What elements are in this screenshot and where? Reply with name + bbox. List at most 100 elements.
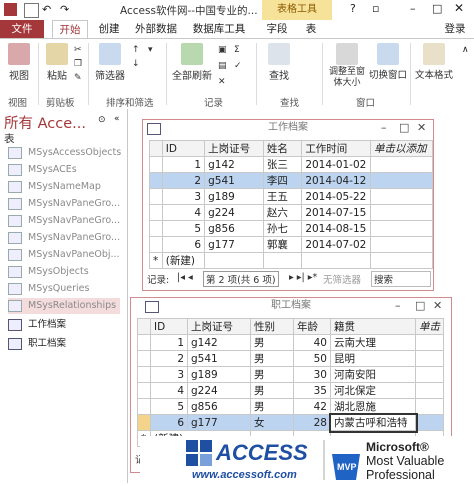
table-icon: [8, 318, 22, 331]
add-column-header[interactable]: 单击以添加: [370, 140, 433, 157]
help-icon[interactable]: ?: [350, 2, 356, 15]
table-row[interactable]: 5 g856 孙七 2014-08-15: [149, 220, 433, 237]
nav-item-staff-archive[interactable]: 职工档案: [8, 336, 66, 352]
table-icon: [8, 337, 22, 350]
next-record-icon[interactable]: ▸ ▸| ▸*: [289, 272, 317, 283]
table-row[interactable]: 4 g224 赵六 2014-07-15: [149, 204, 433, 221]
logo-square: [186, 440, 198, 452]
new-record-icon[interactable]: ▣: [218, 45, 227, 55]
nav-item[interactable]: MSysNavPaneObj...: [8, 247, 120, 263]
restore-icon[interactable]: ▫: [372, 2, 379, 15]
nav-item-work-archive[interactable]: 工作档案: [8, 317, 66, 333]
maximize-icon[interactable]: □: [399, 121, 409, 134]
table-row[interactable]: 4 g224 男 35 河北保定: [137, 382, 444, 399]
add-column-header[interactable]: 单击: [415, 318, 444, 335]
tab-file[interactable]: 文件: [0, 20, 44, 38]
nav-item[interactable]: MSysNavPaneGro...: [8, 196, 120, 212]
nav-item[interactable]: MSysNavPaneGro...: [8, 230, 120, 246]
nav-item-selected[interactable]: MSysRelationships: [8, 298, 120, 314]
nav-item[interactable]: MSysQueries: [8, 281, 89, 297]
undo-icon[interactable]: ↶: [42, 3, 55, 16]
close-icon[interactable]: ✕: [417, 121, 426, 134]
window-title: Access软件网--中国专业的...: [120, 5, 258, 17]
save-record-icon[interactable]: ▤: [218, 61, 227, 71]
format-painter-icon[interactable]: ✎: [74, 73, 82, 83]
no-filter-indicator[interactable]: 无筛选器: [323, 272, 361, 286]
filter-button[interactable]: 筛选器: [92, 43, 128, 82]
delete-record-icon[interactable]: ✕: [218, 77, 226, 87]
resize-to-fit-button[interactable]: 调整至窗体大小: [326, 43, 368, 89]
brand-url: www.accessoft.com: [192, 469, 297, 481]
sort-asc-icon[interactable]: ↑: [132, 45, 140, 55]
table-row-selected[interactable]: 2 g541 李四 2014-04-12: [149, 172, 433, 189]
sum-icon[interactable]: Σ: [234, 45, 240, 55]
minimize-icon[interactable]: –: [410, 2, 416, 15]
table-row[interactable]: 1 g142 男 40 云南大理: [137, 334, 444, 351]
minimize-icon[interactable]: –: [395, 299, 401, 312]
column-header[interactable]: 姓名: [262, 140, 303, 157]
text-format-button[interactable]: 文本格式: [412, 43, 456, 81]
nav-collapse-icon[interactable]: «: [114, 114, 120, 124]
tab-home[interactable]: 开始: [52, 20, 88, 39]
nav-item[interactable]: MSysAccessObjects: [8, 145, 121, 161]
redo-icon[interactable]: ↷: [60, 3, 73, 16]
table-row[interactable]: 3 g189 男 30 河南安阳: [137, 366, 444, 383]
nav-item[interactable]: MSysNavPaneGro...: [8, 213, 120, 229]
text-format-icon: [423, 43, 445, 65]
group-find: 查找: [280, 98, 300, 109]
column-header[interactable]: 性别: [250, 318, 294, 335]
tab-database-tools[interactable]: 数据库工具: [188, 20, 250, 38]
save-icon[interactable]: [24, 3, 39, 18]
row-selector-header[interactable]: [137, 318, 151, 335]
tab-table[interactable]: 表: [298, 20, 324, 38]
table-row[interactable]: 6 g177 郭襄 2014-07-02: [149, 236, 433, 253]
filter-icon: [99, 43, 121, 65]
active-cell[interactable]: 内蒙古呼和浩特: [328, 412, 418, 433]
close-icon[interactable]: ✕: [454, 1, 464, 15]
refresh-all-button[interactable]: 全部刷新: [170, 43, 214, 82]
column-header[interactable]: 工作时间: [301, 140, 372, 157]
tab-external-data[interactable]: 外部数据: [130, 20, 182, 38]
copy-icon[interactable]: ❐: [74, 59, 82, 69]
nav-pane-title[interactable]: 所有 Acce...: [4, 112, 86, 133]
find-button[interactable]: 查找: [262, 43, 296, 82]
tab-fields[interactable]: 字段: [262, 20, 292, 38]
spelling-icon[interactable]: ✓: [234, 61, 242, 71]
nav-item[interactable]: MSysNameMap: [8, 179, 101, 195]
table-row[interactable]: 1 g142 张三 2014-01-02: [149, 156, 433, 173]
tab-create[interactable]: 创建: [92, 20, 126, 38]
nav-item[interactable]: MSysACEs: [8, 162, 77, 178]
new-row[interactable]: *(新建): [149, 252, 433, 269]
view-button[interactable]: 视图: [4, 43, 34, 82]
switch-window-button[interactable]: 切换窗口: [368, 43, 408, 81]
collapse-ribbon-icon[interactable]: ∧: [462, 45, 469, 55]
first-record-icon[interactable]: |◂ ◂: [177, 272, 193, 283]
nav-item[interactable]: MSysObjects: [8, 264, 89, 280]
selection-icon[interactable]: ▾: [148, 45, 153, 55]
table-row[interactable]: 3 g189 王五 2014-05-22: [149, 188, 433, 205]
column-header[interactable]: 籍贯: [330, 318, 416, 335]
brand-text: ACCESS: [215, 440, 308, 465]
sort-desc-icon[interactable]: ↓: [132, 59, 140, 69]
maximize-icon[interactable]: □: [415, 299, 425, 312]
login-link[interactable]: 登录: [440, 20, 470, 38]
table-row[interactable]: 5 g856 男 42 湖北恩施: [137, 398, 444, 415]
paste-button[interactable]: 粘贴: [44, 43, 70, 82]
table-row[interactable]: 2 g541 男 50 昆明: [137, 350, 444, 367]
nav-dropdown-icon[interactable]: ⊙: [98, 115, 106, 125]
cut-icon[interactable]: ✂: [74, 45, 82, 55]
nav-section-tables[interactable]: 表: [4, 131, 15, 146]
column-header[interactable]: 上岗证号: [204, 140, 264, 157]
work-archive-grid: ID 上岗证号 姓名 工作时间 单击以添加 1 g142 张三 2014-01-02 …: [149, 140, 433, 269]
column-header[interactable]: ID: [150, 318, 188, 335]
search-input[interactable]: 搜索: [371, 271, 431, 287]
minimize-icon[interactable]: –: [381, 121, 387, 134]
row-selector-header[interactable]: [149, 140, 163, 157]
maximize-icon[interactable]: □: [432, 2, 442, 15]
column-header[interactable]: ID: [161, 140, 206, 157]
column-header[interactable]: 上岗证号: [187, 318, 251, 335]
table-row-selected[interactable]: 6 g177 女 28 内蒙古呼和浩特: [137, 412, 444, 433]
column-header[interactable]: 年龄: [293, 318, 331, 335]
close-icon[interactable]: ✕: [433, 299, 442, 312]
record-position-field[interactable]: 第 2 项(共 6 项): [203, 271, 279, 287]
